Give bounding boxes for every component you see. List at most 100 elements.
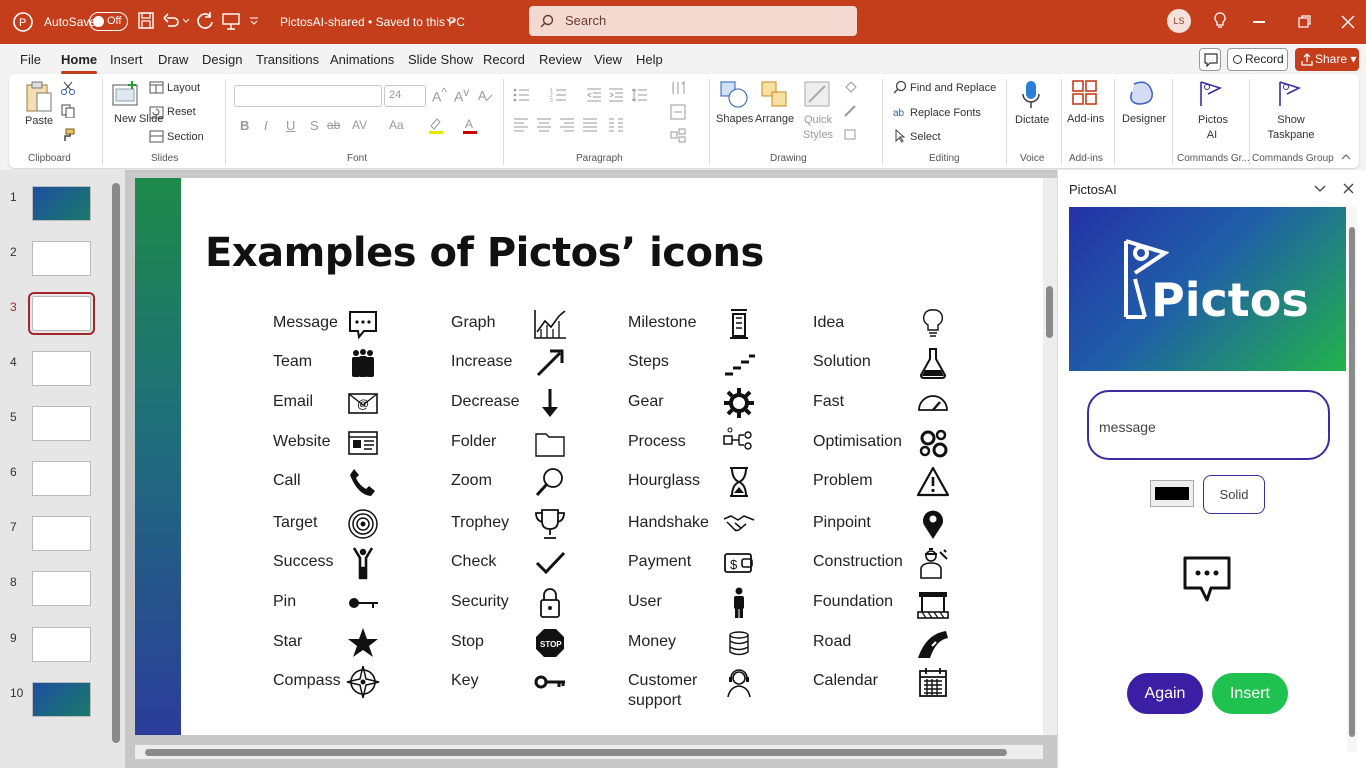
shape-outline-icon[interactable] (843, 104, 859, 118)
icon-label[interactable]: Idea (813, 313, 844, 333)
designer-icon[interactable] (1128, 80, 1156, 108)
key-icon[interactable] (533, 665, 567, 699)
construction-icon[interactable] (916, 546, 950, 580)
taskpane-options-icon[interactable] (1314, 184, 1326, 193)
reset-icon[interactable] (149, 106, 164, 119)
pin-icon[interactable] (346, 586, 380, 620)
slide-thumbnail[interactable] (32, 351, 91, 386)
replace-fonts-icon[interactable]: ab (893, 105, 907, 119)
icon-label[interactable]: Hourglass (628, 471, 700, 491)
add-ins-icon[interactable] (1072, 80, 1098, 106)
trophy-icon[interactable] (533, 507, 567, 541)
icon-label[interactable]: Stop (451, 632, 484, 652)
slide-thumbnail[interactable] (32, 627, 91, 662)
bold-icon[interactable]: B (240, 118, 249, 133)
gear-icon[interactable] (722, 386, 756, 420)
icon-label[interactable]: Website (273, 432, 331, 452)
icon-label[interactable]: Email (273, 392, 313, 412)
arrange-icon[interactable] (760, 80, 790, 110)
microphone-icon[interactable] (1021, 80, 1041, 110)
section-icon[interactable] (149, 130, 164, 143)
align-right-icon[interactable] (559, 118, 575, 132)
bullets-icon[interactable] (513, 87, 531, 103)
reset-button[interactable]: Reset (167, 106, 196, 118)
record-button[interactable]: Record (1227, 48, 1288, 71)
font-name-combo[interactable] (234, 85, 382, 107)
team-icon[interactable] (346, 346, 380, 380)
icon-label[interactable]: Gear (628, 392, 664, 412)
find-and-replace-button[interactable]: Find and Replace (910, 82, 996, 94)
icon-label[interactable]: Optimisation (813, 432, 902, 452)
solution-icon[interactable] (916, 346, 950, 380)
designer-button[interactable]: Designer (1122, 113, 1166, 125)
steps-icon[interactable] (722, 346, 756, 380)
undo-dropdown-icon[interactable] (182, 18, 190, 24)
zoom-icon[interactable] (533, 465, 567, 499)
replace-fonts-button[interactable]: Replace Fonts (910, 107, 981, 119)
slide-thumbnail[interactable] (32, 516, 91, 551)
slide-title[interactable]: Examples of Pictos’ icons (205, 230, 764, 276)
target-icon[interactable] (346, 507, 380, 541)
icon-label[interactable]: Folder (451, 432, 496, 452)
italic-icon[interactable]: I (264, 118, 268, 133)
shape-effects-icon[interactable] (843, 128, 859, 142)
icon-label[interactable]: Increase (451, 352, 512, 372)
road-icon[interactable] (916, 626, 950, 660)
shape-fill-icon[interactable] (843, 80, 859, 94)
compass-icon[interactable] (346, 665, 380, 699)
align-left-icon[interactable] (513, 118, 529, 132)
show-taskpane-icon[interactable] (1277, 80, 1303, 108)
convert-to-smartart-icon[interactable] (670, 128, 686, 144)
slide-thumbnail[interactable] (28, 292, 95, 335)
line-spacing-icon[interactable] (632, 87, 648, 103)
problem-icon[interactable] (916, 465, 950, 499)
icon-label[interactable]: Compass (273, 671, 341, 691)
tab-record[interactable]: Record (483, 52, 525, 67)
user-avatar[interactable]: LS (1167, 9, 1191, 33)
tab-help[interactable]: Help (636, 52, 663, 67)
check-icon[interactable] (533, 546, 567, 580)
increase-indent-icon[interactable] (608, 87, 624, 103)
again-button[interactable]: Again (1127, 673, 1203, 714)
handshake-icon[interactable] (722, 507, 756, 541)
tab-review[interactable]: Review (539, 52, 582, 67)
copy-icon[interactable] (61, 104, 75, 118)
change-case-icon[interactable]: Aa (389, 118, 404, 132)
title-chevron-down-icon[interactable] (446, 18, 456, 25)
slide-thumbnail[interactable] (32, 571, 91, 606)
calendar-icon[interactable] (916, 665, 950, 699)
close-window-button[interactable] (1341, 15, 1355, 29)
customize-toolbar-icon[interactable] (249, 17, 259, 25)
icon-label[interactable]: User (628, 592, 662, 612)
search-input[interactable]: Search (529, 6, 857, 36)
security-icon[interactable] (533, 586, 567, 620)
icon-label[interactable]: Check (451, 552, 496, 572)
select-button[interactable]: Select (910, 131, 941, 143)
slide-horizontal-scrollbar[interactable] (135, 745, 1043, 759)
pictos-ai-icon[interactable] (1198, 80, 1224, 108)
icon-label[interactable]: Milestone (628, 313, 696, 333)
tab-animations[interactable]: Animations (330, 52, 394, 67)
optimisation-icon[interactable] (916, 426, 950, 460)
icon-label[interactable]: Target (273, 513, 317, 533)
cut-icon[interactable] (61, 81, 75, 95)
increase-icon[interactable] (533, 346, 567, 380)
icon-label[interactable]: Decrease (451, 392, 519, 412)
grow-font-icon[interactable]: A^ (432, 86, 447, 105)
find-icon[interactable] (893, 80, 907, 94)
layout-button[interactable]: Layout (167, 82, 200, 94)
clear-formatting-icon[interactable]: A (477, 87, 493, 103)
numbering-icon[interactable]: 123 (550, 87, 568, 103)
icon-label[interactable]: Call (273, 471, 301, 491)
tab-insert[interactable]: Insert (110, 52, 143, 67)
scroll-thumb[interactable] (145, 749, 1007, 756)
icon-label[interactable]: Steps (628, 352, 669, 372)
tab-view[interactable]: View (594, 52, 622, 67)
shadow-icon[interactable]: S (310, 118, 319, 133)
tab-transitions[interactable]: Transitions (256, 52, 319, 67)
text-direction-icon[interactable] (670, 80, 686, 96)
add-ins-button[interactable]: Add-ins (1067, 113, 1104, 125)
customer-support-icon[interactable] (722, 665, 756, 699)
slide-vertical-scrollbar[interactable] (1043, 178, 1057, 735)
paste-icon[interactable] (24, 80, 54, 114)
